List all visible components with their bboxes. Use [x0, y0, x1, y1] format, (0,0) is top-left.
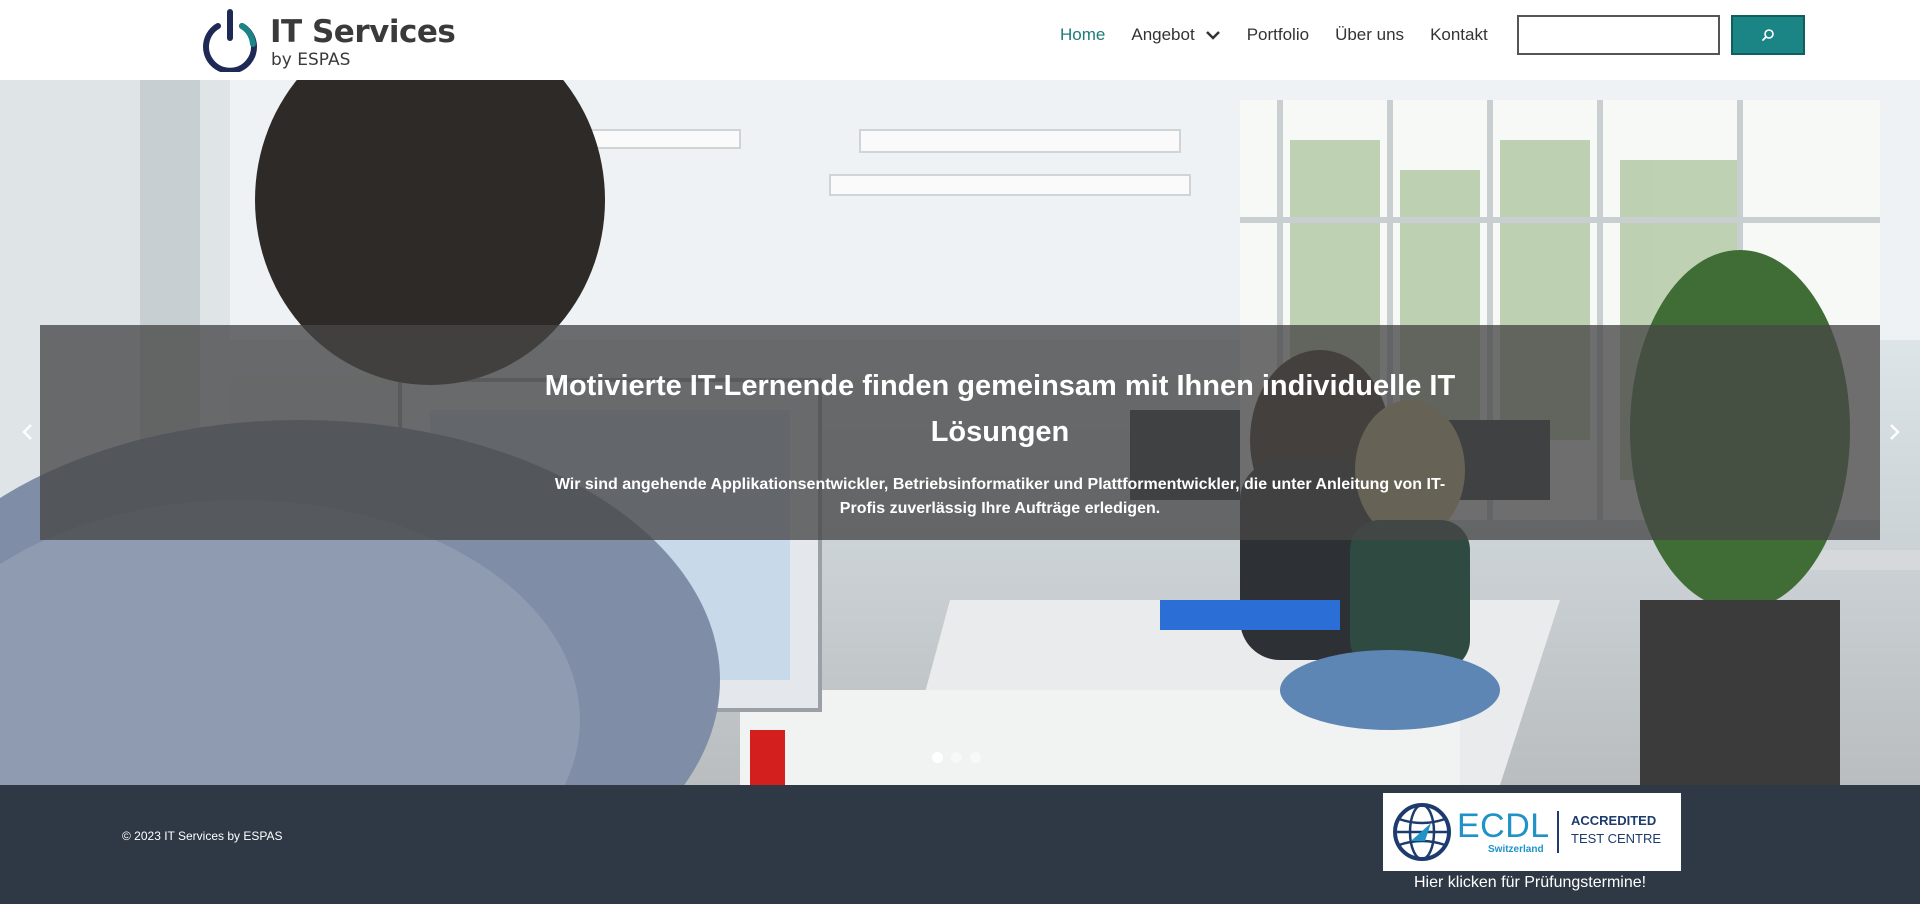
site-logo[interactable]: IT Services by ESPAS: [200, 8, 456, 72]
nav-item-home[interactable]: Home: [1060, 25, 1105, 45]
logo-title: IT Services: [270, 14, 456, 50]
nav-item-angebot-label: Angebot: [1131, 25, 1195, 44]
exam-dates-link[interactable]: Hier klicken für Prüfungstermine!: [1414, 874, 1646, 892]
ecdl-country: Switzerland: [1488, 844, 1544, 855]
nav-item-ueber-uns[interactable]: Über uns: [1335, 25, 1404, 45]
nav-item-portfolio[interactable]: Portfolio: [1247, 25, 1309, 45]
carousel-indicators: [932, 752, 981, 763]
hero-carousel: Motivierte IT-Lernende finden gemeinsam …: [0, 80, 1920, 785]
nav-item-kontakt[interactable]: Kontakt: [1430, 25, 1488, 45]
site-footer: © 2023 IT Services by ESPAS ECDL Switzer…: [0, 785, 1920, 904]
site-header: IT Services by ESPAS Home Angebot Portfo…: [0, 0, 1920, 80]
carousel-dot-2[interactable]: [951, 752, 962, 763]
power-logo-icon: [203, 9, 257, 72]
search-icon: [1762, 29, 1774, 41]
carousel-dot-3[interactable]: [970, 752, 981, 763]
ecdl-badge[interactable]: ECDL Switzerland ACCREDITED TEST CENTRE: [1383, 793, 1681, 871]
chevron-right-icon: [1890, 424, 1900, 440]
hero-caption: Motivierte IT-Lernende finden gemeinsam …: [40, 325, 1880, 540]
search-input[interactable]: [1517, 15, 1720, 55]
carousel-next-button[interactable]: [1880, 417, 1910, 447]
main-nav: Home Angebot Portfolio Über uns Kontakt: [1060, 0, 1514, 70]
ecdl-wordmark: ECDL: [1457, 807, 1550, 845]
ecdl-test-centre: TEST CENTRE: [1571, 831, 1662, 846]
carousel-dot-1[interactable]: [932, 752, 943, 763]
ecdl-globe-icon: [1393, 803, 1451, 861]
chevron-down-icon[interactable]: [1205, 30, 1221, 40]
logo-subtitle: by ESPAS: [271, 50, 351, 70]
search-button[interactable]: [1731, 15, 1805, 55]
carousel-prev-button[interactable]: [12, 417, 42, 447]
hero-title: Motivierte IT-Lernende finden gemeinsam …: [544, 370, 1456, 448]
nav-item-angebot[interactable]: Angebot: [1131, 25, 1220, 45]
hero-text: Wir sind angehende Applikationsentwickle…: [554, 476, 1446, 517]
ecdl-divider: [1557, 811, 1559, 853]
ecdl-accredited: ACCREDITED: [1571, 813, 1657, 828]
copyright-text: © 2023 IT Services by ESPAS: [122, 829, 283, 843]
chevron-left-icon: [22, 424, 32, 440]
